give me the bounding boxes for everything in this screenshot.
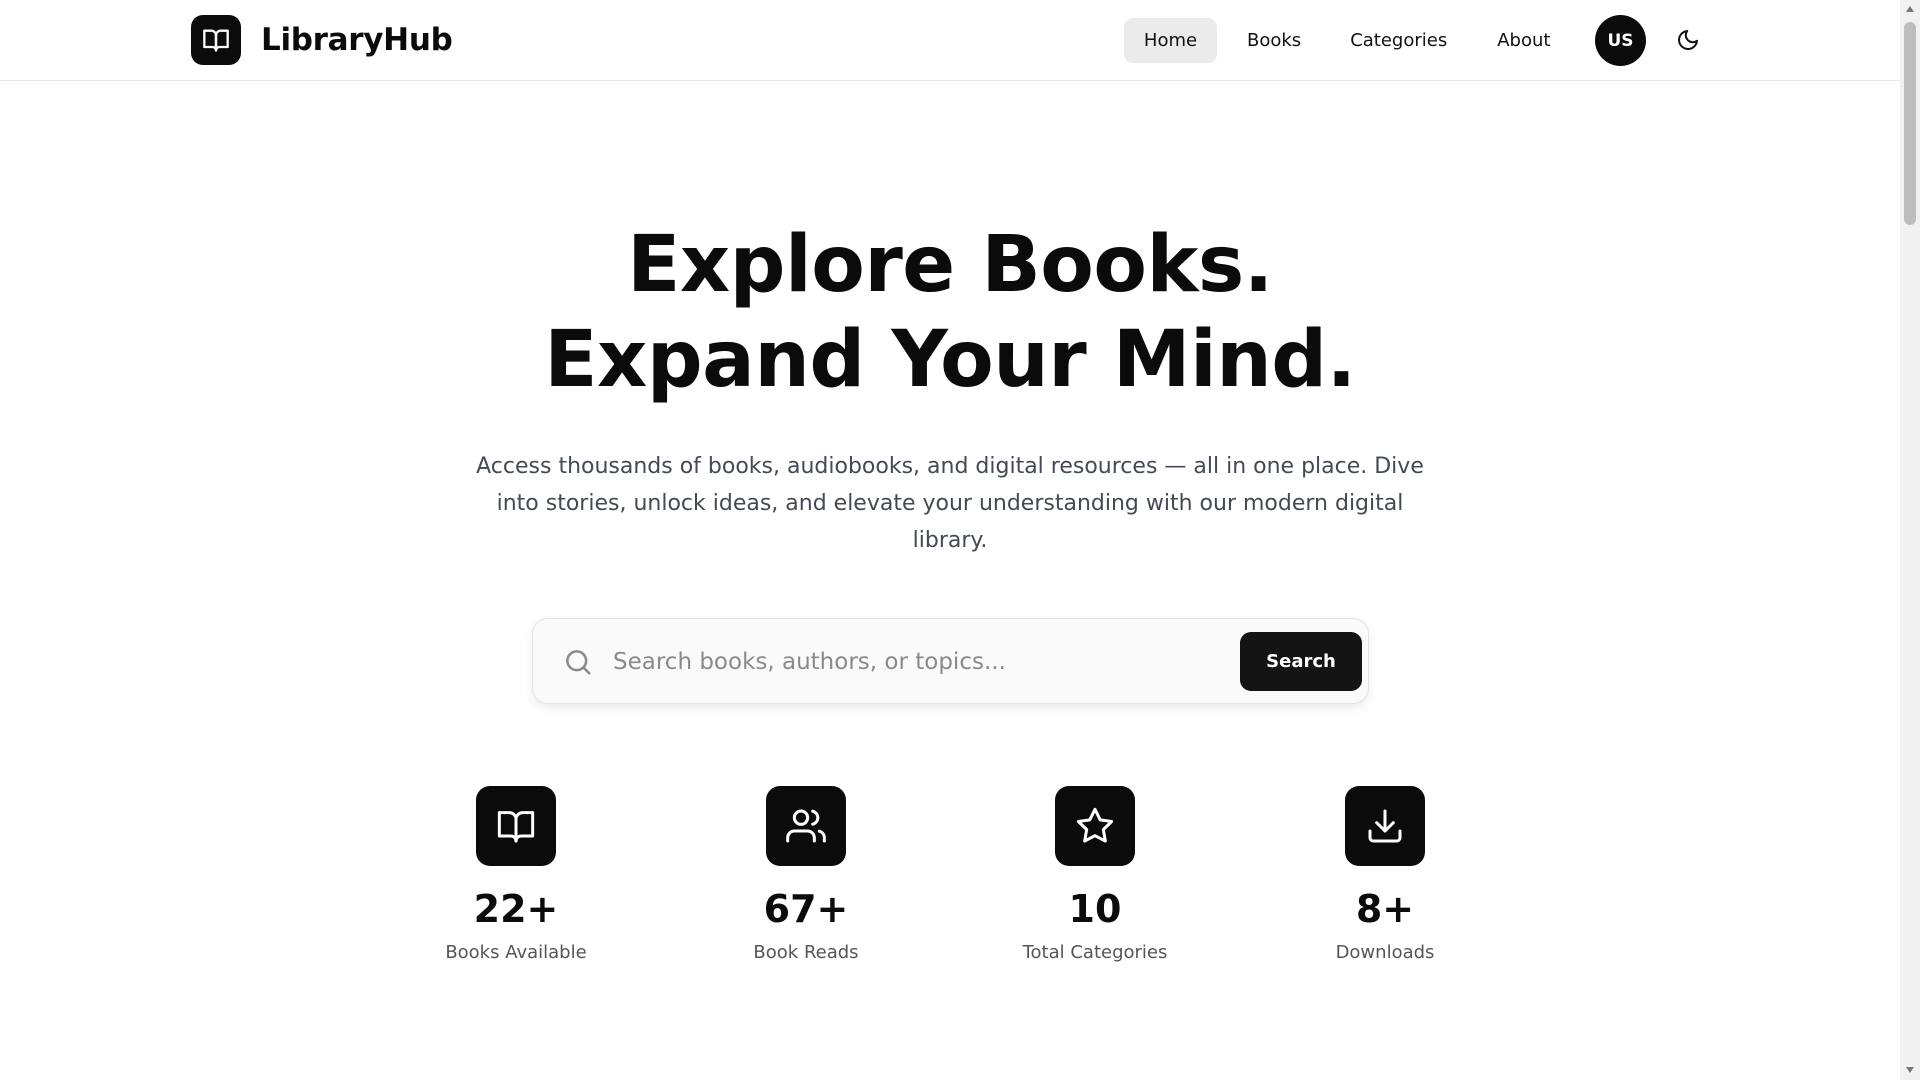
search-bar: Search xyxy=(532,618,1369,704)
stat-label: Total Categories xyxy=(1022,942,1168,963)
nav-item-home[interactable]: Home xyxy=(1124,18,1217,63)
star-icon xyxy=(1055,786,1135,866)
page-scrollbar[interactable] xyxy=(1900,0,1920,1080)
download-icon xyxy=(1345,786,1425,866)
nav-item-about[interactable]: About xyxy=(1477,18,1570,63)
scrollbar-thumb[interactable] xyxy=(1904,22,1916,225)
stat-downloads: 8+ Downloads xyxy=(1275,786,1495,963)
stat-total-categories: 10 Total Categories xyxy=(985,786,1205,963)
stat-label: Book Reads xyxy=(753,942,859,963)
users-icon xyxy=(766,786,846,866)
open-book-icon xyxy=(191,15,241,65)
brand[interactable]: LibraryHub xyxy=(191,15,453,65)
stat-value: 8+ xyxy=(1355,887,1415,931)
stat-value: 22+ xyxy=(473,887,559,931)
stat-books-available: 22+ Books Available xyxy=(406,786,626,963)
stat-label: Downloads xyxy=(1335,942,1435,963)
stat-value: 67+ xyxy=(763,887,849,931)
hero-title-line-2: Expand Your Mind. xyxy=(544,315,1356,405)
search-button[interactable]: Search xyxy=(1240,632,1362,691)
scroll-up-arrow-icon[interactable] xyxy=(1904,3,1916,15)
moon-icon xyxy=(1678,30,1698,50)
stat-book-reads: 67+ Book Reads xyxy=(696,786,916,963)
search-input[interactable] xyxy=(613,637,1213,687)
hero-title: Explore Books. Expand Your Mind. xyxy=(0,218,1900,408)
nav-item-books[interactable]: Books xyxy=(1227,18,1321,63)
top-navbar: LibraryHub Home Books Categories About U… xyxy=(0,0,1900,81)
hero-subtitle: Access thousands of books, audiobooks, a… xyxy=(476,454,1424,553)
main-nav: Home Books Categories About xyxy=(1124,18,1570,63)
scroll-down-arrow-icon[interactable] xyxy=(1904,1064,1916,1076)
nav-item-categories[interactable]: Categories xyxy=(1330,18,1467,63)
user-avatar[interactable]: US xyxy=(1595,15,1646,66)
theme-toggle-button[interactable] xyxy=(1673,25,1703,55)
hero-title-line-1: Explore Books. xyxy=(627,220,1273,310)
stat-value: 10 xyxy=(1068,887,1122,931)
open-book-icon xyxy=(476,786,556,866)
brand-name: LibraryHub xyxy=(261,22,453,58)
stat-label: Books Available xyxy=(445,942,587,963)
search-icon xyxy=(566,650,591,675)
